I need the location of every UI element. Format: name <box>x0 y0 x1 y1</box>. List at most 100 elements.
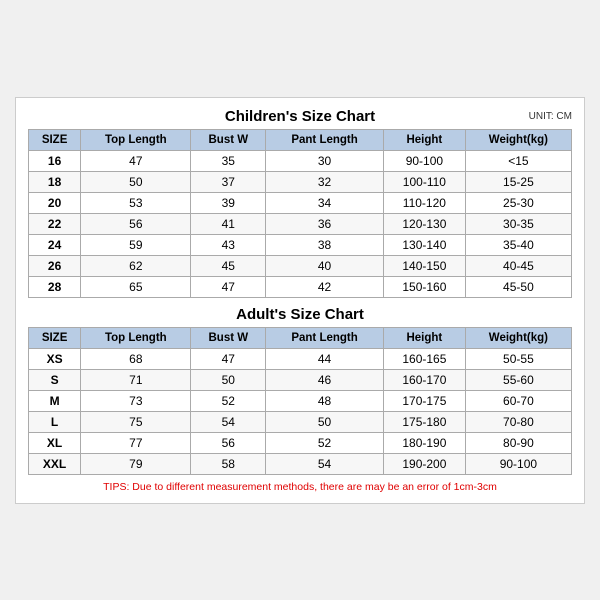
table-cell: 68 <box>81 348 191 369</box>
table-cell: S <box>29 369 81 390</box>
table-cell: 75 <box>81 411 191 432</box>
table-cell: 28 <box>29 276 81 297</box>
col-pant-length: Pant Length <box>266 129 384 150</box>
table-cell: 22 <box>29 213 81 234</box>
table-row: L755450175-18070-80 <box>29 411 572 432</box>
table-row: 28654742150-16045-50 <box>29 276 572 297</box>
children-table: SIZE Top Length Bust W Pant Length Heigh… <box>28 129 572 298</box>
table-cell: 120-130 <box>383 213 465 234</box>
size-chart: Children's Size Chart UNIT: CM SIZE Top … <box>15 97 585 504</box>
table-cell: 56 <box>81 213 191 234</box>
table-cell: 70-80 <box>465 411 571 432</box>
table-cell: 30 <box>266 150 384 171</box>
adult-header-row: SIZE Top Length Bust W Pant Length Heigh… <box>29 327 572 348</box>
table-cell: 39 <box>191 192 266 213</box>
table-row: 24594338130-14035-40 <box>29 234 572 255</box>
table-cell: 55-60 <box>465 369 571 390</box>
table-cell: 26 <box>29 255 81 276</box>
table-row: 20533934110-12025-30 <box>29 192 572 213</box>
table-row: XL775652180-19080-90 <box>29 432 572 453</box>
table-row: 26624540140-15040-45 <box>29 255 572 276</box>
table-cell: <15 <box>465 150 571 171</box>
col-top-length: Top Length <box>81 129 191 150</box>
table-cell: 38 <box>266 234 384 255</box>
table-cell: 71 <box>81 369 191 390</box>
table-cell: 35 <box>191 150 266 171</box>
table-cell: 35-40 <box>465 234 571 255</box>
table-cell: 59 <box>81 234 191 255</box>
table-cell: 80-90 <box>465 432 571 453</box>
table-cell: XL <box>29 432 81 453</box>
table-cell: 16 <box>29 150 81 171</box>
table-cell: 53 <box>81 192 191 213</box>
table-cell: 50 <box>81 171 191 192</box>
table-cell: 170-175 <box>383 390 465 411</box>
table-cell: 180-190 <box>383 432 465 453</box>
table-cell: 100-110 <box>383 171 465 192</box>
table-cell: 73 <box>81 390 191 411</box>
table-cell: 48 <box>266 390 384 411</box>
table-cell: 40-45 <box>465 255 571 276</box>
table-cell: XS <box>29 348 81 369</box>
col-height: Height <box>383 129 465 150</box>
table-row: S715046160-17055-60 <box>29 369 572 390</box>
table-cell: L <box>29 411 81 432</box>
adult-body: XS684744160-16550-55S715046160-17055-60M… <box>29 348 572 474</box>
adult-col-weight: Weight(kg) <box>465 327 571 348</box>
adult-title-row: Adult's Size Chart <box>28 306 572 323</box>
table-cell: 50 <box>191 369 266 390</box>
unit-label: UNIT: CM <box>529 111 572 122</box>
table-cell: 41 <box>191 213 266 234</box>
table-row: 22564136120-13030-35 <box>29 213 572 234</box>
adult-col-height: Height <box>383 327 465 348</box>
table-cell: 110-120 <box>383 192 465 213</box>
table-cell: 54 <box>266 453 384 474</box>
table-cell: 50 <box>266 411 384 432</box>
table-cell: 30-35 <box>465 213 571 234</box>
table-cell: 18 <box>29 171 81 192</box>
table-cell: 160-170 <box>383 369 465 390</box>
adult-title: Adult's Size Chart <box>236 306 364 323</box>
table-cell: 40 <box>266 255 384 276</box>
tips-text: TIPS: Due to different measurement metho… <box>28 481 572 493</box>
table-cell: 25-30 <box>465 192 571 213</box>
table-cell: 37 <box>191 171 266 192</box>
adult-col-pant-length: Pant Length <box>266 327 384 348</box>
table-cell: 65 <box>81 276 191 297</box>
table-cell: 50-55 <box>465 348 571 369</box>
table-cell: 90-100 <box>383 150 465 171</box>
table-cell: 56 <box>191 432 266 453</box>
table-row: XXL795854190-20090-100 <box>29 453 572 474</box>
table-row: XS684744160-16550-55 <box>29 348 572 369</box>
col-size: SIZE <box>29 129 81 150</box>
table-cell: 47 <box>191 276 266 297</box>
table-row: 18503732100-11015-25 <box>29 171 572 192</box>
table-cell: 52 <box>266 432 384 453</box>
adult-col-bust-w: Bust W <box>191 327 266 348</box>
table-cell: 15-25 <box>465 171 571 192</box>
table-row: M735248170-17560-70 <box>29 390 572 411</box>
table-cell: 90-100 <box>465 453 571 474</box>
col-bust-w: Bust W <box>191 129 266 150</box>
table-cell: 34 <box>266 192 384 213</box>
children-body: 1647353090-100<1518503732100-11015-25205… <box>29 150 572 297</box>
adult-col-top-length: Top Length <box>81 327 191 348</box>
table-cell: 150-160 <box>383 276 465 297</box>
table-cell: 60-70 <box>465 390 571 411</box>
table-cell: 54 <box>191 411 266 432</box>
adult-col-size: SIZE <box>29 327 81 348</box>
table-cell: 36 <box>266 213 384 234</box>
table-cell: 20 <box>29 192 81 213</box>
table-cell: 43 <box>191 234 266 255</box>
table-cell: 46 <box>266 369 384 390</box>
table-cell: 45 <box>191 255 266 276</box>
table-cell: 32 <box>266 171 384 192</box>
col-weight: Weight(kg) <box>465 129 571 150</box>
table-cell: 62 <box>81 255 191 276</box>
adult-table: SIZE Top Length Bust W Pant Length Heigh… <box>28 327 572 475</box>
table-row: 1647353090-100<15 <box>29 150 572 171</box>
table-cell: 175-180 <box>383 411 465 432</box>
table-cell: 44 <box>266 348 384 369</box>
table-cell: 52 <box>191 390 266 411</box>
table-cell: XXL <box>29 453 81 474</box>
